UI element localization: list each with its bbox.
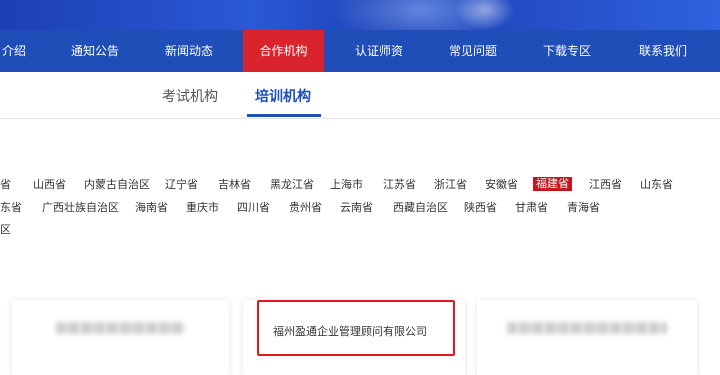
nav-item-intro[interactable]: 介绍	[0, 30, 28, 72]
province-item[interactable]: 云南省	[340, 201, 373, 215]
province-item[interactable]: 西藏自治区	[393, 201, 448, 215]
province-item[interactable]: 浙江省	[434, 178, 467, 192]
banner-decoration	[455, 0, 515, 30]
province-item[interactable]: 内蒙古自治区	[84, 178, 150, 192]
nav-item-certified-teachers[interactable]: 认证师资	[342, 30, 416, 72]
province-item[interactable]: 广西壮族自治区	[42, 201, 119, 215]
blurred-company-name	[507, 322, 667, 334]
province-item[interactable]: 山西省	[33, 178, 66, 192]
province-item[interactable]: 安徽省	[485, 178, 518, 192]
nav-item-news[interactable]: 新闻动态	[152, 30, 226, 72]
province-item[interactable]: 甘肃省	[515, 201, 548, 215]
nav-item-downloads[interactable]: 下载专区	[530, 30, 604, 72]
institution-card[interactable]	[12, 300, 229, 375]
header-banner	[0, 0, 720, 30]
province-item[interactable]: 吉林省	[218, 178, 251, 192]
province-item[interactable]: 青海省	[567, 201, 600, 215]
nav-item-notices[interactable]: 通知公告	[58, 30, 132, 72]
province-item[interactable]: 四川省	[237, 201, 270, 215]
province-item[interactable]: 江西省	[589, 178, 622, 192]
province-item[interactable]: 江苏省	[383, 178, 416, 192]
province-item[interactable]: 山东省	[640, 178, 673, 192]
province-item[interactable]: 上海市	[330, 178, 363, 192]
province-item[interactable]: 陕西省	[464, 201, 497, 215]
province-item[interactable]: 区	[0, 223, 11, 237]
nav-item-partners[interactable]: 合作机构	[243, 30, 324, 72]
province-item[interactable]: 辽宁省	[165, 178, 198, 192]
province-item[interactable]: 黑龙江省	[270, 178, 314, 192]
province-item[interactable]: 省	[0, 178, 11, 192]
institution-card[interactable]	[477, 300, 697, 375]
province-item[interactable]: 东省	[0, 201, 22, 215]
active-tab-indicator	[247, 114, 321, 117]
nav-item-faq[interactable]: 常见问题	[436, 30, 510, 72]
tab-exam-institutions[interactable]: 考试机构	[162, 86, 218, 106]
sub-tabs: 考试机构 培训机构	[0, 72, 720, 118]
tab-training-institutions[interactable]: 培训机构	[255, 86, 311, 106]
province-item[interactable]: 海南省	[135, 201, 168, 215]
main-nav: 介绍 通知公告 新闻动态 合作机构 认证师资 常见问题 下载专区 联系我们	[0, 30, 720, 72]
province-item[interactable]: 重庆市	[186, 201, 219, 215]
highlight-box	[257, 300, 455, 356]
province-item[interactable]: 贵州省	[289, 201, 322, 215]
blurred-company-name	[56, 322, 184, 334]
divider	[0, 118, 720, 119]
province-item-selected[interactable]: 福建省	[533, 177, 572, 191]
nav-item-contact[interactable]: 联系我们	[626, 30, 700, 72]
